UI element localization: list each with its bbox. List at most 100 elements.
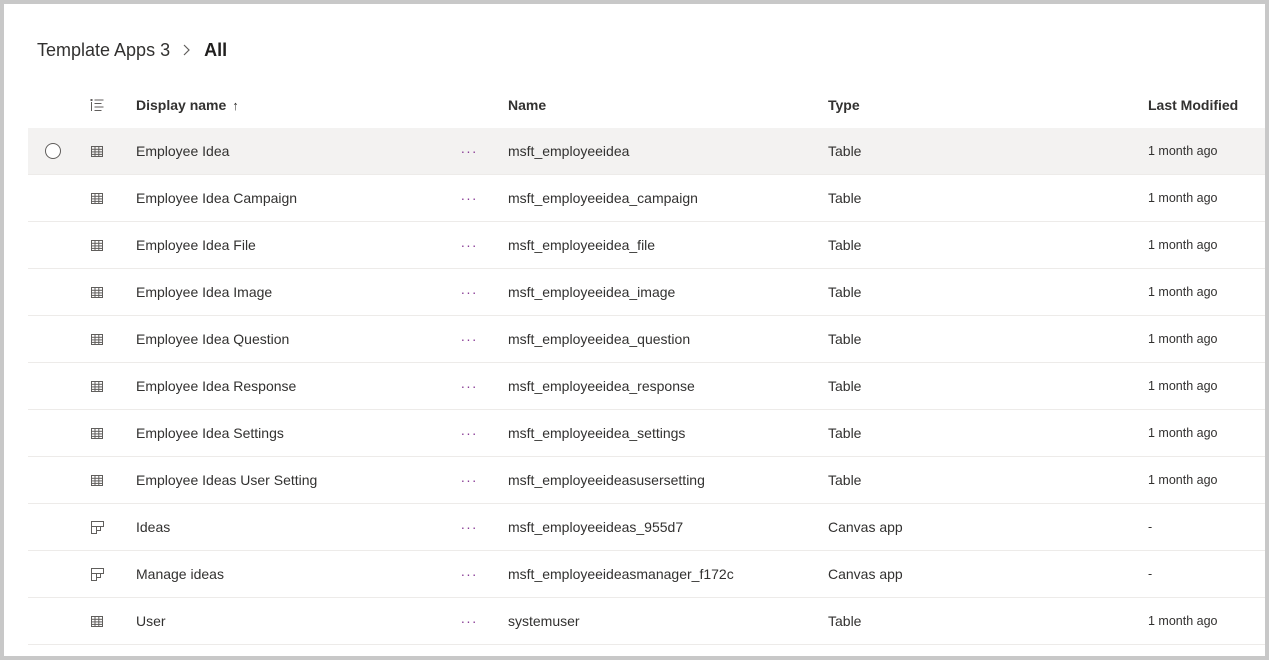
- more-options-button[interactable]: ···: [454, 128, 484, 174]
- grid-header: Display name ↑ Name Type Last Modified: [28, 82, 1265, 128]
- row-last-modified: 1 month ago: [1148, 144, 1218, 158]
- canvas-app-icon: [86, 504, 108, 550]
- row-last-modified: 1 month ago: [1148, 285, 1218, 299]
- table-row[interactable]: Employee Ideas User Setting ··· msft_emplo…: [28, 457, 1265, 504]
- breadcrumb-root-link[interactable]: Template Apps 3: [37, 40, 170, 61]
- list-view-icon[interactable]: [86, 82, 108, 128]
- table-icon: [86, 363, 108, 409]
- column-header-last-modified[interactable]: Last Modified: [1148, 82, 1238, 128]
- more-dots-icon[interactable]: ···: [461, 426, 478, 440]
- breadcrumb: Template Apps 3 All: [37, 34, 227, 66]
- table-row[interactable]: Ideas ··· msft_employeeideas_955d7 Canvas a…: [28, 504, 1265, 551]
- table-row[interactable]: Employee Idea Image ··· msft_employeeidea_…: [28, 269, 1265, 316]
- row-type: Canvas app: [828, 566, 903, 582]
- table-row[interactable]: User ··· systemuser Table 1 month ago: [28, 598, 1265, 645]
- row-type: Table: [828, 284, 862, 300]
- row-display-name[interactable]: Employee Idea Campaign: [136, 175, 297, 221]
- column-header-name[interactable]: Name: [508, 82, 546, 128]
- table-icon: [86, 457, 108, 503]
- more-dots-icon[interactable]: ···: [461, 379, 478, 393]
- canvas-app-icon: [86, 551, 108, 597]
- more-dots-icon[interactable]: ···: [461, 144, 478, 158]
- row-schema-name: systemuser: [508, 613, 580, 629]
- row-type: Table: [828, 613, 862, 629]
- row-type: Table: [828, 237, 862, 253]
- row-schema-name: msft_employeeideasusersetting: [508, 472, 705, 488]
- table-icon: [86, 410, 108, 456]
- table-row[interactable]: Manage ideas ··· msft_employeeideasmanager…: [28, 551, 1265, 598]
- row-display-name[interactable]: User: [136, 598, 166, 644]
- more-dots-icon[interactable]: ···: [461, 614, 478, 628]
- row-schema-name: msft_employeeidea_question: [508, 331, 691, 347]
- table-icon: [86, 128, 108, 174]
- row-display-name[interactable]: Employee Idea Image: [136, 269, 272, 315]
- table-row[interactable]: Employee Idea ··· msft_employeeidea Table 1 …: [28, 128, 1265, 175]
- row-schema-name: msft_employeeidea: [508, 143, 630, 159]
- more-options-button[interactable]: ···: [454, 269, 484, 315]
- row-schema-name: msft_employeeidea_file: [508, 237, 656, 253]
- row-last-modified: 1 month ago: [1148, 379, 1218, 393]
- row-display-name[interactable]: Employee Idea File: [136, 222, 256, 268]
- row-schema-name: msft_employeeidea_response: [508, 378, 695, 394]
- table-icon: [86, 598, 108, 644]
- more-options-button[interactable]: ···: [454, 504, 484, 550]
- more-options-button[interactable]: ···: [454, 222, 484, 268]
- more-options-button[interactable]: ···: [454, 551, 484, 597]
- column-header-display-name[interactable]: Display name ↑: [136, 82, 239, 128]
- radio-circle-icon[interactable]: [45, 143, 61, 159]
- more-dots-icon[interactable]: ···: [461, 332, 478, 346]
- table-icon: [86, 175, 108, 221]
- more-options-button[interactable]: ···: [454, 410, 484, 456]
- row-display-name[interactable]: Manage ideas: [136, 551, 224, 597]
- row-display-name[interactable]: Employee Idea Settings: [136, 410, 284, 456]
- table-icon: [86, 269, 108, 315]
- table-row[interactable]: Employee Idea Question ··· msft_employeeid…: [28, 316, 1265, 363]
- row-type: Canvas app: [828, 519, 903, 535]
- row-display-name[interactable]: Ideas: [136, 504, 170, 550]
- more-options-button[interactable]: ···: [454, 457, 484, 503]
- more-dots-icon[interactable]: ···: [461, 191, 478, 205]
- row-last-modified: 1 month ago: [1148, 473, 1218, 487]
- row-type: Table: [828, 472, 862, 488]
- table-icon: [86, 222, 108, 268]
- chevron-right-icon: [180, 43, 194, 57]
- row-display-name[interactable]: Employee Ideas User Setting: [136, 457, 317, 503]
- row-last-modified: 1 month ago: [1148, 332, 1218, 346]
- table-row[interactable]: Employee Idea Response ··· msft_employeeid…: [28, 363, 1265, 410]
- more-options-button[interactable]: ···: [454, 316, 484, 362]
- row-display-name[interactable]: Employee Idea Response: [136, 363, 296, 409]
- row-select-radio[interactable]: [42, 128, 64, 174]
- more-dots-icon[interactable]: ···: [461, 520, 478, 534]
- more-dots-icon[interactable]: ···: [461, 567, 478, 581]
- table-icon: [86, 316, 108, 362]
- app-frame: Template Apps 3 All Display name ↑ Name …: [0, 0, 1269, 660]
- more-dots-icon[interactable]: ···: [461, 238, 478, 252]
- row-last-modified: 1 month ago: [1148, 238, 1218, 252]
- row-type: Table: [828, 378, 862, 394]
- grid-rows: Employee Idea ··· msft_employeeidea Table 1 …: [28, 128, 1265, 645]
- more-options-button[interactable]: ···: [454, 175, 484, 221]
- more-options-button[interactable]: ···: [454, 363, 484, 409]
- table-row[interactable]: Employee Idea File ··· msft_employeeidea_f…: [28, 222, 1265, 269]
- row-display-name[interactable]: Employee Idea Question: [136, 316, 289, 362]
- row-type: Table: [828, 425, 862, 441]
- breadcrumb-current: All: [204, 39, 228, 60]
- row-type: Table: [828, 143, 862, 159]
- row-type: Table: [828, 331, 862, 347]
- more-dots-icon[interactable]: ···: [461, 473, 478, 487]
- row-last-modified: 1 month ago: [1148, 191, 1218, 205]
- objects-grid: Display name ↑ Name Type Last Modified E…: [28, 82, 1265, 645]
- row-schema-name: msft_employeeideasmanager_f172c: [508, 566, 734, 582]
- row-display-name[interactable]: Employee Idea: [136, 128, 229, 174]
- column-header-display-name-label: Display name: [136, 97, 227, 113]
- row-schema-name: msft_employeeidea_settings: [508, 425, 686, 441]
- column-header-type[interactable]: Type: [828, 82, 860, 128]
- more-options-button[interactable]: ···: [454, 598, 484, 644]
- row-last-modified: -: [1148, 567, 1153, 581]
- sort-ascending-icon: ↑: [232, 97, 239, 113]
- row-schema-name: msft_employeeideas_955d7: [508, 519, 684, 535]
- row-last-modified: -: [1148, 520, 1153, 534]
- more-dots-icon[interactable]: ···: [461, 285, 478, 299]
- table-row[interactable]: Employee Idea Settings ··· msft_employeeid…: [28, 410, 1265, 457]
- table-row[interactable]: Employee Idea Campaign ··· msft_employeeid…: [28, 175, 1265, 222]
